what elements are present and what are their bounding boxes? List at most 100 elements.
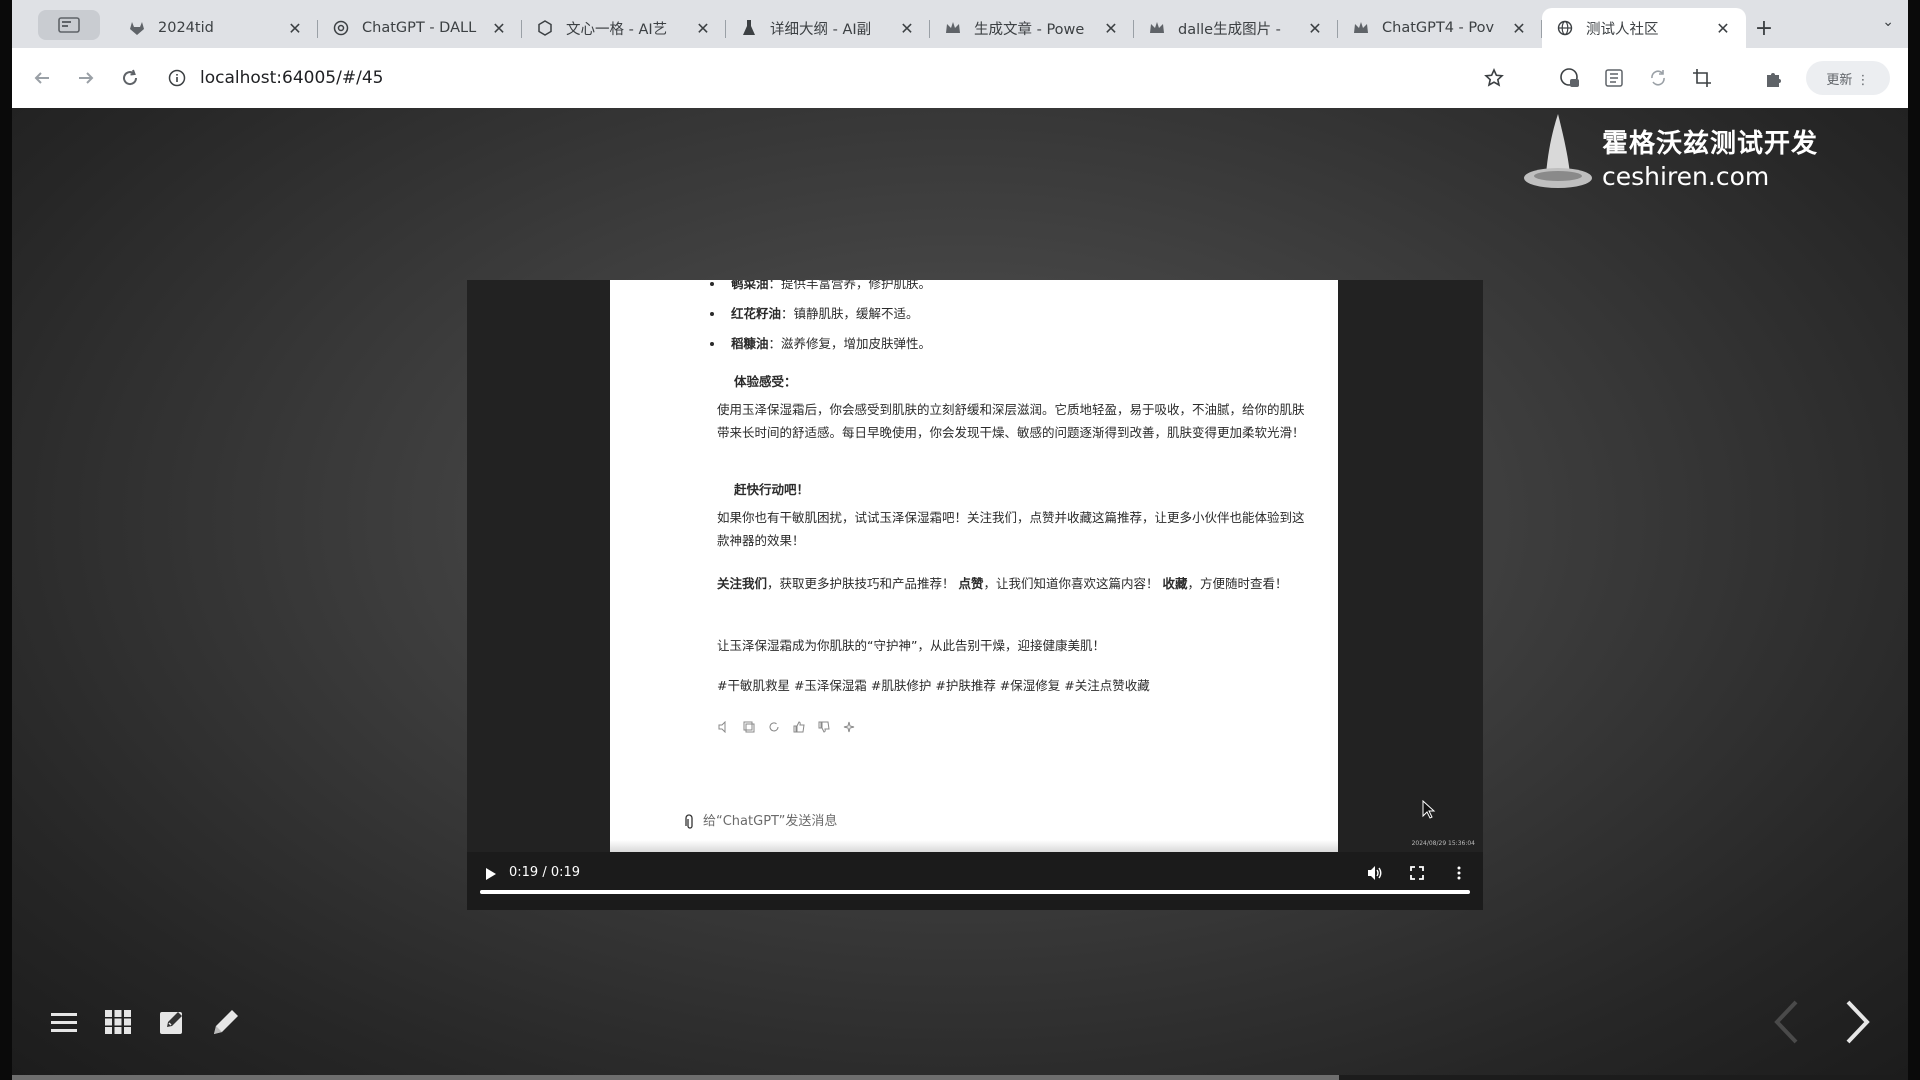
overview-button[interactable]	[102, 1006, 134, 1038]
close-icon[interactable]: ✕	[490, 19, 508, 38]
fullscreen-button[interactable]	[1407, 862, 1427, 884]
volume-icon	[1368, 866, 1382, 880]
more-options-button[interactable]	[1449, 862, 1469, 884]
wizard-hat-icon	[1524, 114, 1592, 188]
extension-reader-icon[interactable]	[1602, 66, 1626, 90]
cta-text: 关注我们，获取更多护肤技巧和产品推荐！ 点赞，让我们知道你喜欢这篇内容！ 收藏，…	[717, 576, 1288, 591]
volume-button[interactable]	[1365, 862, 1385, 884]
slide-navigation	[1768, 996, 1876, 1048]
next-slide-button[interactable]	[1840, 996, 1876, 1048]
extensions-puzzle-icon[interactable]	[1762, 66, 1786, 90]
toolbar-icons: 更新 ⋮	[1482, 48, 1890, 108]
tab-bar: 2024tid ✕ ChatGPT - DALL ✕ 文心一格 - AI艺 ✕ …	[12, 0, 1908, 48]
recording-timestamp: 2024/08/29 15:36:04	[1411, 840, 1475, 847]
extension-crop-icon[interactable]	[1690, 66, 1714, 90]
hashtags: #干敏肌救星 #玉泽保湿霜 #肌肤修护 #护肤推荐 #保湿修复 #关注点赞收藏	[717, 678, 1150, 693]
close-icon[interactable]: ✕	[1306, 19, 1324, 38]
tab-search-icon	[58, 17, 80, 33]
list-item: 红花籽油：镇静肌肤，缓解不适。	[725, 302, 931, 325]
regenerate-icon	[767, 720, 780, 733]
tab-outline[interactable]: 详细大纲 - AI副 ✕	[726, 8, 930, 48]
slide-progress-fill	[12, 1075, 1340, 1080]
reload-button[interactable]	[116, 64, 144, 92]
close-icon[interactable]: ✕	[694, 19, 712, 38]
play-icon	[486, 868, 496, 880]
arrow-right-icon	[79, 72, 94, 84]
experience-text: 使用玉泽保湿霜后，你会感受到肌肤的立刻舒缓和深层滋润。它质地轻盈，易于吸收，不油…	[717, 402, 1305, 440]
hamburger-menu-icon	[51, 1013, 77, 1032]
bookmark-star-icon[interactable]	[1482, 66, 1506, 90]
pen-button[interactable]	[210, 1006, 242, 1038]
tab-dalle[interactable]: dalle生成图片 - ✕	[1134, 8, 1338, 48]
fullscreen-icon	[1410, 866, 1424, 880]
arrow-left-icon	[34, 72, 49, 84]
tab-chatgpt-dall[interactable]: ChatGPT - DALL ✕	[318, 8, 522, 48]
copy-icon	[742, 720, 755, 733]
extension-translate-icon[interactable]	[1558, 66, 1582, 90]
close-icon[interactable]: ✕	[1102, 19, 1120, 38]
closing-text: 让玉泽保湿霜成为你肌肤的“守护神”，从此告别干燥，迎接健康美肌！	[717, 638, 1105, 653]
tab-group-button[interactable]	[38, 10, 100, 40]
tab-generate-article[interactable]: 生成文章 - Powe ✕	[930, 8, 1134, 48]
forward-button[interactable]	[72, 64, 100, 92]
experience-heading: 体验感受：	[734, 374, 797, 389]
globe-icon	[1556, 19, 1574, 37]
video-time: 0:19 / 0:19	[509, 865, 581, 880]
list-item: 鹌菜油：提供丰富营养，修护肌肤。	[725, 280, 931, 295]
tab-ceshiren[interactable]: 测试人社区 ✕	[1542, 8, 1746, 48]
logo-name-cn: 霍格沃兹测试开发	[1602, 129, 1819, 159]
new-tab-button[interactable]: +	[1746, 8, 1782, 48]
close-icon[interactable]: ✕	[1714, 19, 1732, 38]
tab-2024tid[interactable]: 2024tid ✕	[114, 8, 318, 48]
thumbs-down-icon	[817, 720, 830, 733]
mouse-cursor-icon	[1422, 799, 1436, 827]
sparkle-icon	[842, 720, 855, 733]
list-item: 稻糠油：滋养修复，增加皮肤弹性。	[725, 332, 931, 355]
chat-input-placeholder: 给“ChatGPT”发送消息	[703, 814, 838, 829]
ceshiren-logo: 霍格沃兹测试开发 ceshiren.com	[1522, 112, 1818, 202]
tab-title: 2024tid	[158, 20, 214, 36]
previous-slide-button[interactable]	[1768, 996, 1804, 1048]
document-bottom-fade	[610, 840, 1338, 852]
flask-icon	[740, 19, 758, 37]
extension-sync-icon[interactable]	[1646, 66, 1670, 90]
pencil-icon	[214, 1010, 238, 1034]
back-button[interactable]	[28, 64, 56, 92]
profile-update-button[interactable]: 更新 ⋮	[1806, 61, 1890, 95]
grid-icon	[105, 1010, 131, 1034]
edit-notes-button[interactable]	[156, 1006, 188, 1038]
video-player[interactable]: 鹌菜油：提供丰富营养，修护肌肤。 红花籽油：镇静肌肤，缓解不适。 稻糠油：滋养修…	[467, 280, 1483, 910]
tab-title: ChatGPT4 - Pov	[1382, 20, 1495, 36]
close-icon[interactable]: ✕	[286, 19, 304, 38]
tab-title: 生成文章 - Powe	[974, 21, 1085, 38]
tab-chatgpt4[interactable]: ChatGPT4 - Pov ✕	[1338, 8, 1542, 48]
address-bar[interactable]: localhost:64005/#/45	[168, 58, 1428, 98]
gitlab-icon	[128, 19, 146, 37]
ingredient-list: 鹌菜油：提供丰富营养，修护肌肤。 红花籽油：镇静肌肤，缓解不适。 稻糠油：滋养修…	[725, 280, 931, 362]
chevron-down-icon[interactable]: ⌄	[1882, 14, 1894, 30]
url-text: localhost:64005/#/45	[200, 68, 384, 88]
slide-toolbar	[48, 1006, 242, 1038]
chevron-right-icon	[1846, 1000, 1870, 1044]
play-button[interactable]	[481, 864, 501, 884]
close-icon[interactable]: ✕	[898, 19, 916, 38]
info-icon[interactable]	[168, 69, 186, 87]
message-actions	[717, 720, 855, 733]
speaker-icon	[717, 720, 730, 733]
crown-icon	[1148, 19, 1166, 37]
browser-toolbar: localhost:64005/#/45 更新 ⋮	[12, 48, 1908, 108]
video-controls: 0:19 / 0:19	[467, 852, 1483, 910]
edit-square-icon	[160, 1012, 182, 1034]
action-heading: 赶快行动吧！	[734, 482, 810, 497]
menu-button[interactable]	[48, 1006, 80, 1038]
wenxin-icon	[536, 19, 554, 37]
close-icon[interactable]: ✕	[1510, 19, 1528, 38]
tab-title: 文心一格 - AI艺	[566, 21, 668, 38]
crown-icon	[1352, 19, 1370, 37]
slide-progress-bar	[12, 1075, 1908, 1080]
tab-title: ChatGPT - DALL	[362, 20, 477, 36]
openai-icon	[332, 19, 350, 37]
tab-wenxin[interactable]: 文心一格 - AI艺 ✕	[522, 8, 726, 48]
video-progress-bar[interactable]	[480, 890, 1470, 894]
kebab-menu-icon	[1457, 866, 1461, 880]
